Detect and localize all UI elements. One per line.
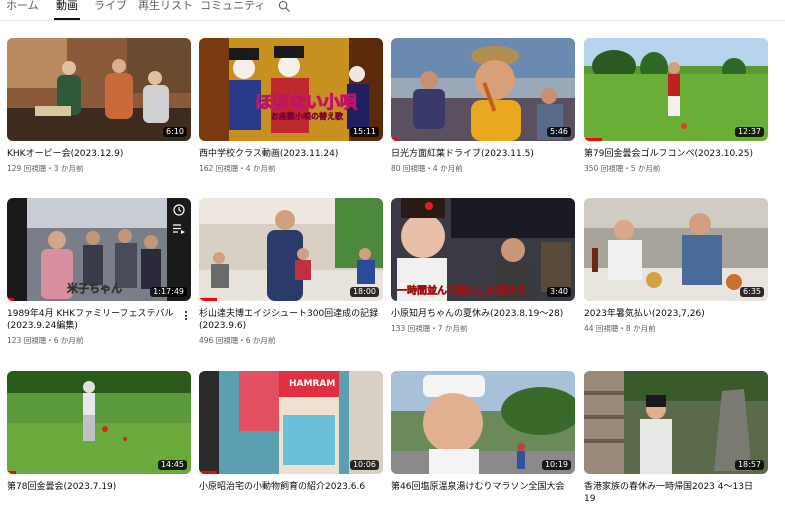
watch-progress-bar <box>7 471 16 474</box>
search-icon[interactable] <box>278 0 291 13</box>
video-meta: 162 回視聴・4 か月前 <box>199 164 276 173</box>
video-title[interactable]: 西中学校クラス動画(2023.11.24) <box>199 148 379 160</box>
active-tab-indicator <box>54 18 80 20</box>
watch-progress-bar <box>7 298 14 301</box>
video-card[interactable]: 6:10 KHKオービー会(2023.12.9) 129 回視聴・3 か月前 <box>7 38 191 173</box>
video-title[interactable]: 香港家族の春休み一時帰国2023 4〜13日19 <box>584 481 764 505</box>
video-duration: 10:19 <box>541 460 571 470</box>
video-title[interactable]: 第79回金曇会ゴルフコンペ(2023.10.25) <box>584 148 764 160</box>
add-to-queue-icon[interactable] <box>173 224 185 234</box>
video-duration: 1:17:49 <box>150 287 187 297</box>
video-thumbnail[interactable]: 6:10 <box>7 38 191 141</box>
video-duration: 6:10 <box>163 127 187 137</box>
video-card[interactable]: 米子ちゃん 1:17:49 1989年4月 KHKファミリーフェステバル (20… <box>7 198 191 345</box>
watch-progress-bar <box>584 138 602 141</box>
video-card[interactable]: 18:57 香港家族の春休み一時帰国2023 4〜13日19 <box>584 371 768 504</box>
thumbnail-overlay-caption: 米子ちゃん <box>67 282 123 296</box>
video-card[interactable]: 5:46 日光方面紅葉ドライブ(2023.11.5) 80 回視聴・4 か月前 <box>391 38 575 173</box>
watch-progress-bar <box>199 471 217 474</box>
video-title[interactable]: 小原知月ちゃんの夏休み(2023.8.19〜28) <box>391 308 571 320</box>
video-title[interactable]: 小原昭治宅の小動物飼育の紹介2023.6.6 <box>199 481 379 493</box>
video-thumbnail[interactable]: 10:19 <box>391 371 575 474</box>
video-thumbnail[interactable]: 米子ちゃん 1:17:49 <box>7 198 191 301</box>
video-thumbnail[interactable]: 12:37 <box>584 38 768 141</box>
tab-home[interactable]: ホーム <box>6 0 39 12</box>
thumbnail-overlay-title: ほぼない小唄 <box>255 93 358 114</box>
video-thumbnail[interactable]: 6:35 <box>584 198 768 301</box>
video-thumbnail[interactable]: 18:00 <box>199 198 383 301</box>
video-duration: 15:11 <box>349 127 379 137</box>
watch-progress-bar <box>199 298 217 301</box>
video-thumbnail[interactable]: 5:46 <box>391 38 575 141</box>
thumbnail-overlay-caption: 一時間並んで購入した焼きそ <box>397 286 527 298</box>
video-meta: 133 回視聴・7 か月前 <box>391 324 468 333</box>
video-meta: 129 回視聴・3 か月前 <box>7 164 84 173</box>
video-title[interactable]: 杉山達夫博エイジシュート300回達成の記録 (2023.9.6) <box>199 308 379 332</box>
watch-later-icon[interactable] <box>173 204 185 216</box>
watch-progress-bar <box>391 138 398 141</box>
video-meta: 44 回視聴・8 か月前 <box>584 324 656 333</box>
video-duration: 5:46 <box>547 127 571 137</box>
video-thumbnail[interactable]: ほぼない小唄 お座敷小唄の替え歌 15:11 <box>199 38 383 141</box>
video-title[interactable]: 2023年暑気払い(2023,7,26) <box>584 308 764 320</box>
video-duration: 3:40 <box>547 287 571 297</box>
video-meta: 123 回視聴・6 か月前 <box>7 336 84 345</box>
tab-videos[interactable]: 動画 <box>56 0 78 12</box>
video-title[interactable]: 1989年4月 KHKファミリーフェステバル (2023.9.24編集) <box>7 308 187 332</box>
video-meta: 80 回視聴・4 か月前 <box>391 164 463 173</box>
video-card[interactable]: 6:35 2023年暑気払い(2023,7,26) 44 回視聴・8 か月前 <box>584 198 768 333</box>
video-duration: 12:37 <box>734 127 764 137</box>
video-thumbnail[interactable]: 14:45 <box>7 371 191 474</box>
thumbnail-overlay-subtitle: お座敷小唄の替え歌 <box>271 112 343 121</box>
more-options-icon[interactable] <box>183 310 189 322</box>
video-meta: 350 回視聴・5 か月前 <box>584 164 661 173</box>
video-duration: 6:35 <box>740 287 764 297</box>
video-title[interactable]: 第46回塩原温泉湯けむりマラソン全国大会 <box>391 481 571 493</box>
video-card[interactable]: 10:19 第46回塩原温泉湯けむりマラソン全国大会 <box>391 371 575 492</box>
video-card[interactable]: HAMRAM 10:06 小原昭治宅の小動物飼育の紹介2023.6.6 <box>199 371 383 492</box>
thumbnail-product-label: HAMRAM <box>289 379 336 389</box>
video-meta: 496 回視聴・6 か月前 <box>199 336 276 345</box>
video-card[interactable]: 12:37 第79回金曇会ゴルフコンペ(2023.10.25) 350 回視聴・… <box>584 38 768 173</box>
video-card[interactable]: 14:45 第78回金曇会(2023.7.19) <box>7 371 191 492</box>
video-card[interactable]: 一時間並んで購入した焼きそ 3:40 小原知月ちゃんの夏休み(2023.8.19… <box>391 198 575 333</box>
video-card[interactable]: ほぼない小唄 お座敷小唄の替え歌 15:11 西中学校クラス動画(2023.11… <box>199 38 383 173</box>
video-duration: 18:57 <box>734 460 764 470</box>
video-duration: 14:45 <box>157 460 187 470</box>
video-card[interactable]: 18:00 杉山達夫博エイジシュート300回達成の記録 (2023.9.6) 4… <box>199 198 383 345</box>
video-thumbnail[interactable]: 一時間並んで購入した焼きそ 3:40 <box>391 198 575 301</box>
video-duration: 10:06 <box>349 460 379 470</box>
video-thumbnail[interactable]: 18:57 <box>584 371 768 474</box>
channel-tabs: ホーム 動画 ライブ 再生リスト コミュニティ <box>0 0 785 21</box>
video-title[interactable]: 第78回金曇会(2023.7.19) <box>7 481 187 493</box>
video-title[interactable]: KHKオービー会(2023.12.9) <box>7 148 187 160</box>
video-duration: 18:00 <box>349 287 379 297</box>
tab-community[interactable]: コミュニティ <box>200 0 265 12</box>
tab-live[interactable]: ライブ <box>94 0 127 12</box>
video-thumbnail[interactable]: HAMRAM 10:06 <box>199 371 383 474</box>
tab-playlists[interactable]: 再生リスト <box>138 0 193 12</box>
video-title[interactable]: 日光方面紅葉ドライブ(2023.11.5) <box>391 148 571 160</box>
